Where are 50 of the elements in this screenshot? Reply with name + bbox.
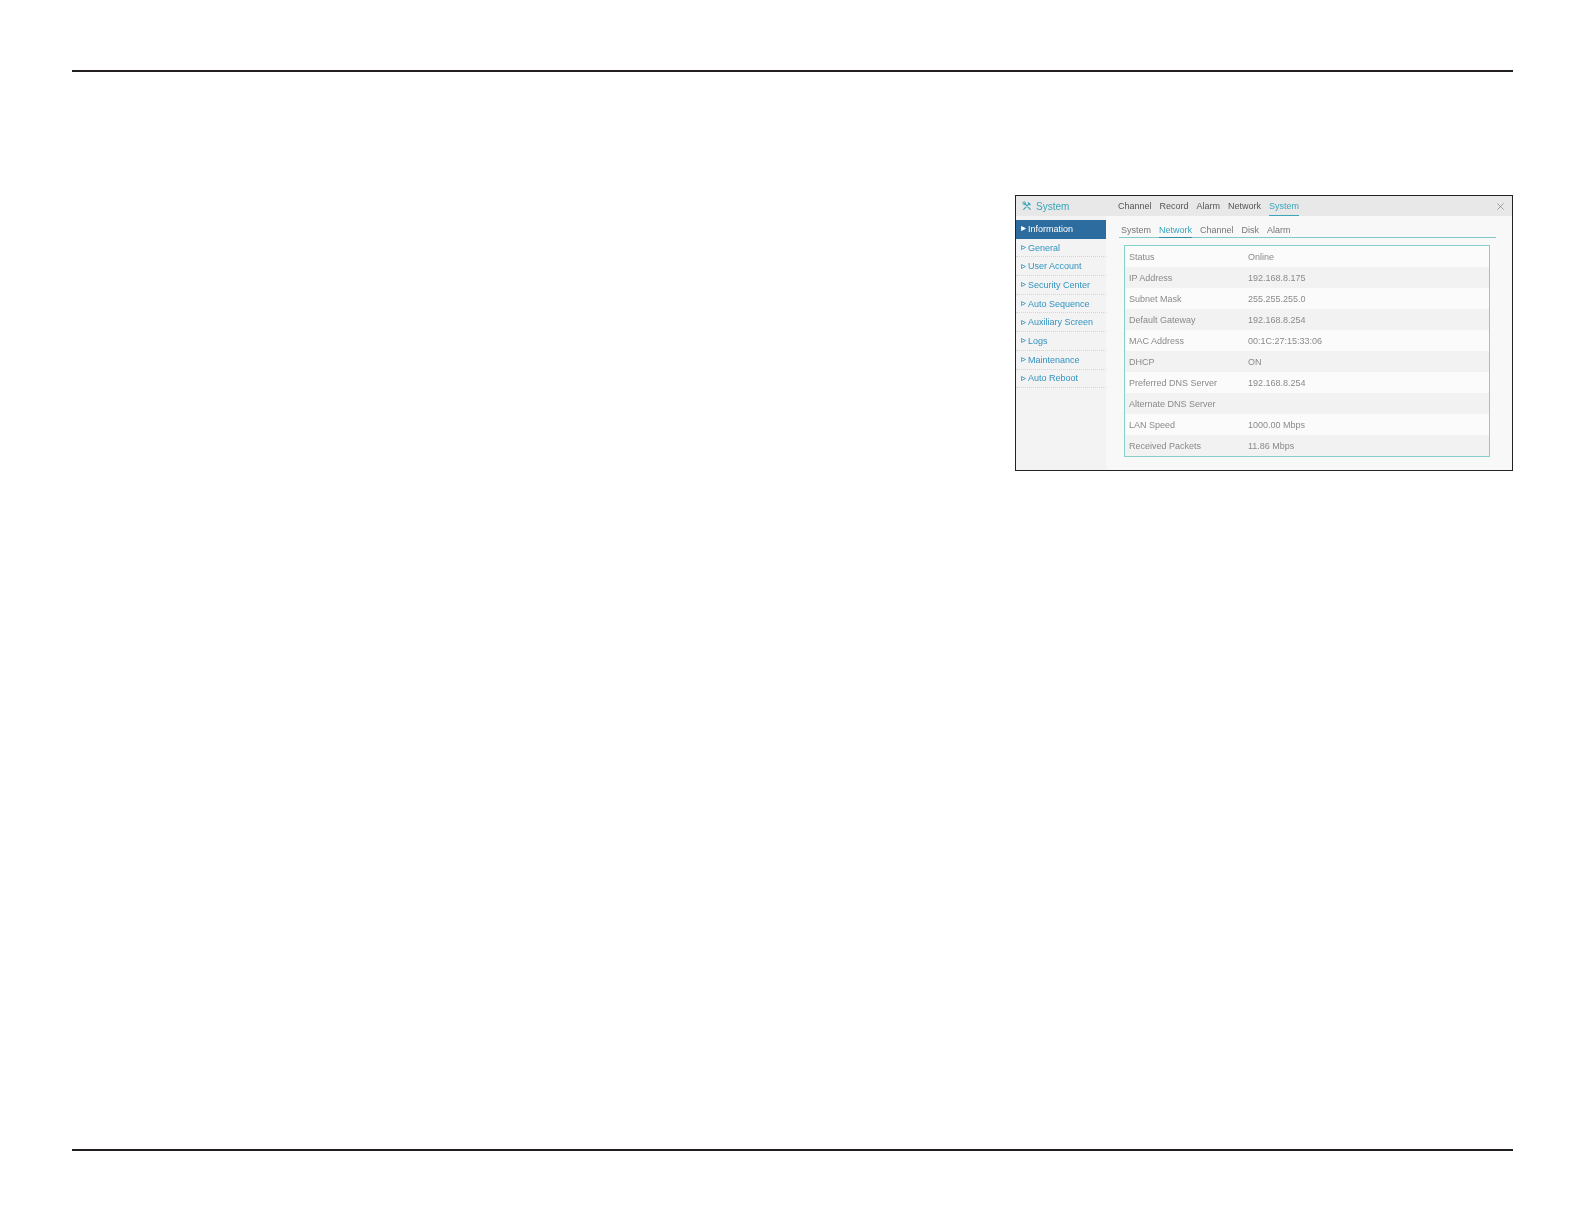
info-value: 00:1C:27:15:33:06: [1248, 335, 1323, 346]
menu-tab[interactable]: Alarm: [1196, 196, 1221, 216]
info-value: 192.168.8.254: [1248, 377, 1306, 388]
sub-tab[interactable]: Alarm: [1267, 223, 1291, 238]
triangle-icon: [1021, 319, 1026, 325]
info-value: 255.255.255.0: [1248, 293, 1306, 304]
info-label: DHCP: [1129, 356, 1156, 367]
menu-tab[interactable]: System: [1269, 196, 1300, 216]
info-label: LAN Speed: [1129, 419, 1177, 430]
info-value: 1000.00 Mbps: [1248, 419, 1306, 430]
info-label: Preferred DNS Server: [1129, 377, 1219, 388]
triangle-icon: [1021, 263, 1026, 269]
sub-tab[interactable]: Disk: [1241, 223, 1260, 238]
sidebar-item[interactable]: Logs: [1016, 332, 1106, 351]
triangle-icon: [1021, 245, 1026, 251]
info-value: 192.168.8.175: [1248, 272, 1306, 283]
info-label: Default Gateway: [1129, 314, 1197, 325]
info-label: Subnet Mask: [1129, 293, 1183, 304]
sidebar-item[interactable]: User Account: [1016, 257, 1106, 277]
triangle-icon: [1021, 226, 1026, 232]
sidebar-item[interactable]: Auxiliary Screen: [1016, 313, 1106, 333]
info-label: Alternate DNS Server: [1129, 398, 1217, 409]
triangle-icon: [1021, 282, 1026, 288]
sub-tab[interactable]: Channel: [1200, 223, 1234, 238]
info-label: MAC Address: [1129, 335, 1186, 346]
info-value: 11.86 Mbps: [1248, 440, 1295, 451]
sub-tab[interactable]: System: [1121, 223, 1151, 238]
sub-tab[interactable]: Network: [1159, 223, 1193, 238]
info-label: Received Packets: [1129, 440, 1203, 451]
menu-tab[interactable]: Channel: [1118, 196, 1152, 216]
tools-icon: [1022, 201, 1032, 211]
info-value: 192.168.8.254: [1248, 314, 1306, 325]
triangle-icon: [1021, 338, 1026, 344]
triangle-icon: [1021, 357, 1026, 363]
close-icon[interactable]: [1497, 202, 1504, 210]
sidebar-item[interactable]: Maintenance: [1016, 350, 1106, 370]
triangle-icon: [1021, 375, 1026, 381]
info-value: ON: [1248, 356, 1262, 367]
info-value: Online: [1248, 251, 1274, 262]
sidebar-item[interactable]: General: [1016, 238, 1106, 258]
info-label: Status: [1129, 251, 1156, 262]
info-label: IP Address: [1129, 272, 1174, 283]
sidebar-item[interactable]: Information: [1016, 220, 1106, 239]
sidebar-item[interactable]: Auto Sequence: [1016, 294, 1106, 314]
sidebar-item[interactable]: Auto Reboot: [1016, 369, 1106, 389]
sidebar-item[interactable]: Security Center: [1016, 276, 1106, 295]
menu-tab[interactable]: Network: [1228, 196, 1262, 216]
menu-tab[interactable]: Record: [1159, 196, 1189, 216]
window-title: System: [1036, 200, 1070, 212]
triangle-icon: [1021, 301, 1026, 307]
